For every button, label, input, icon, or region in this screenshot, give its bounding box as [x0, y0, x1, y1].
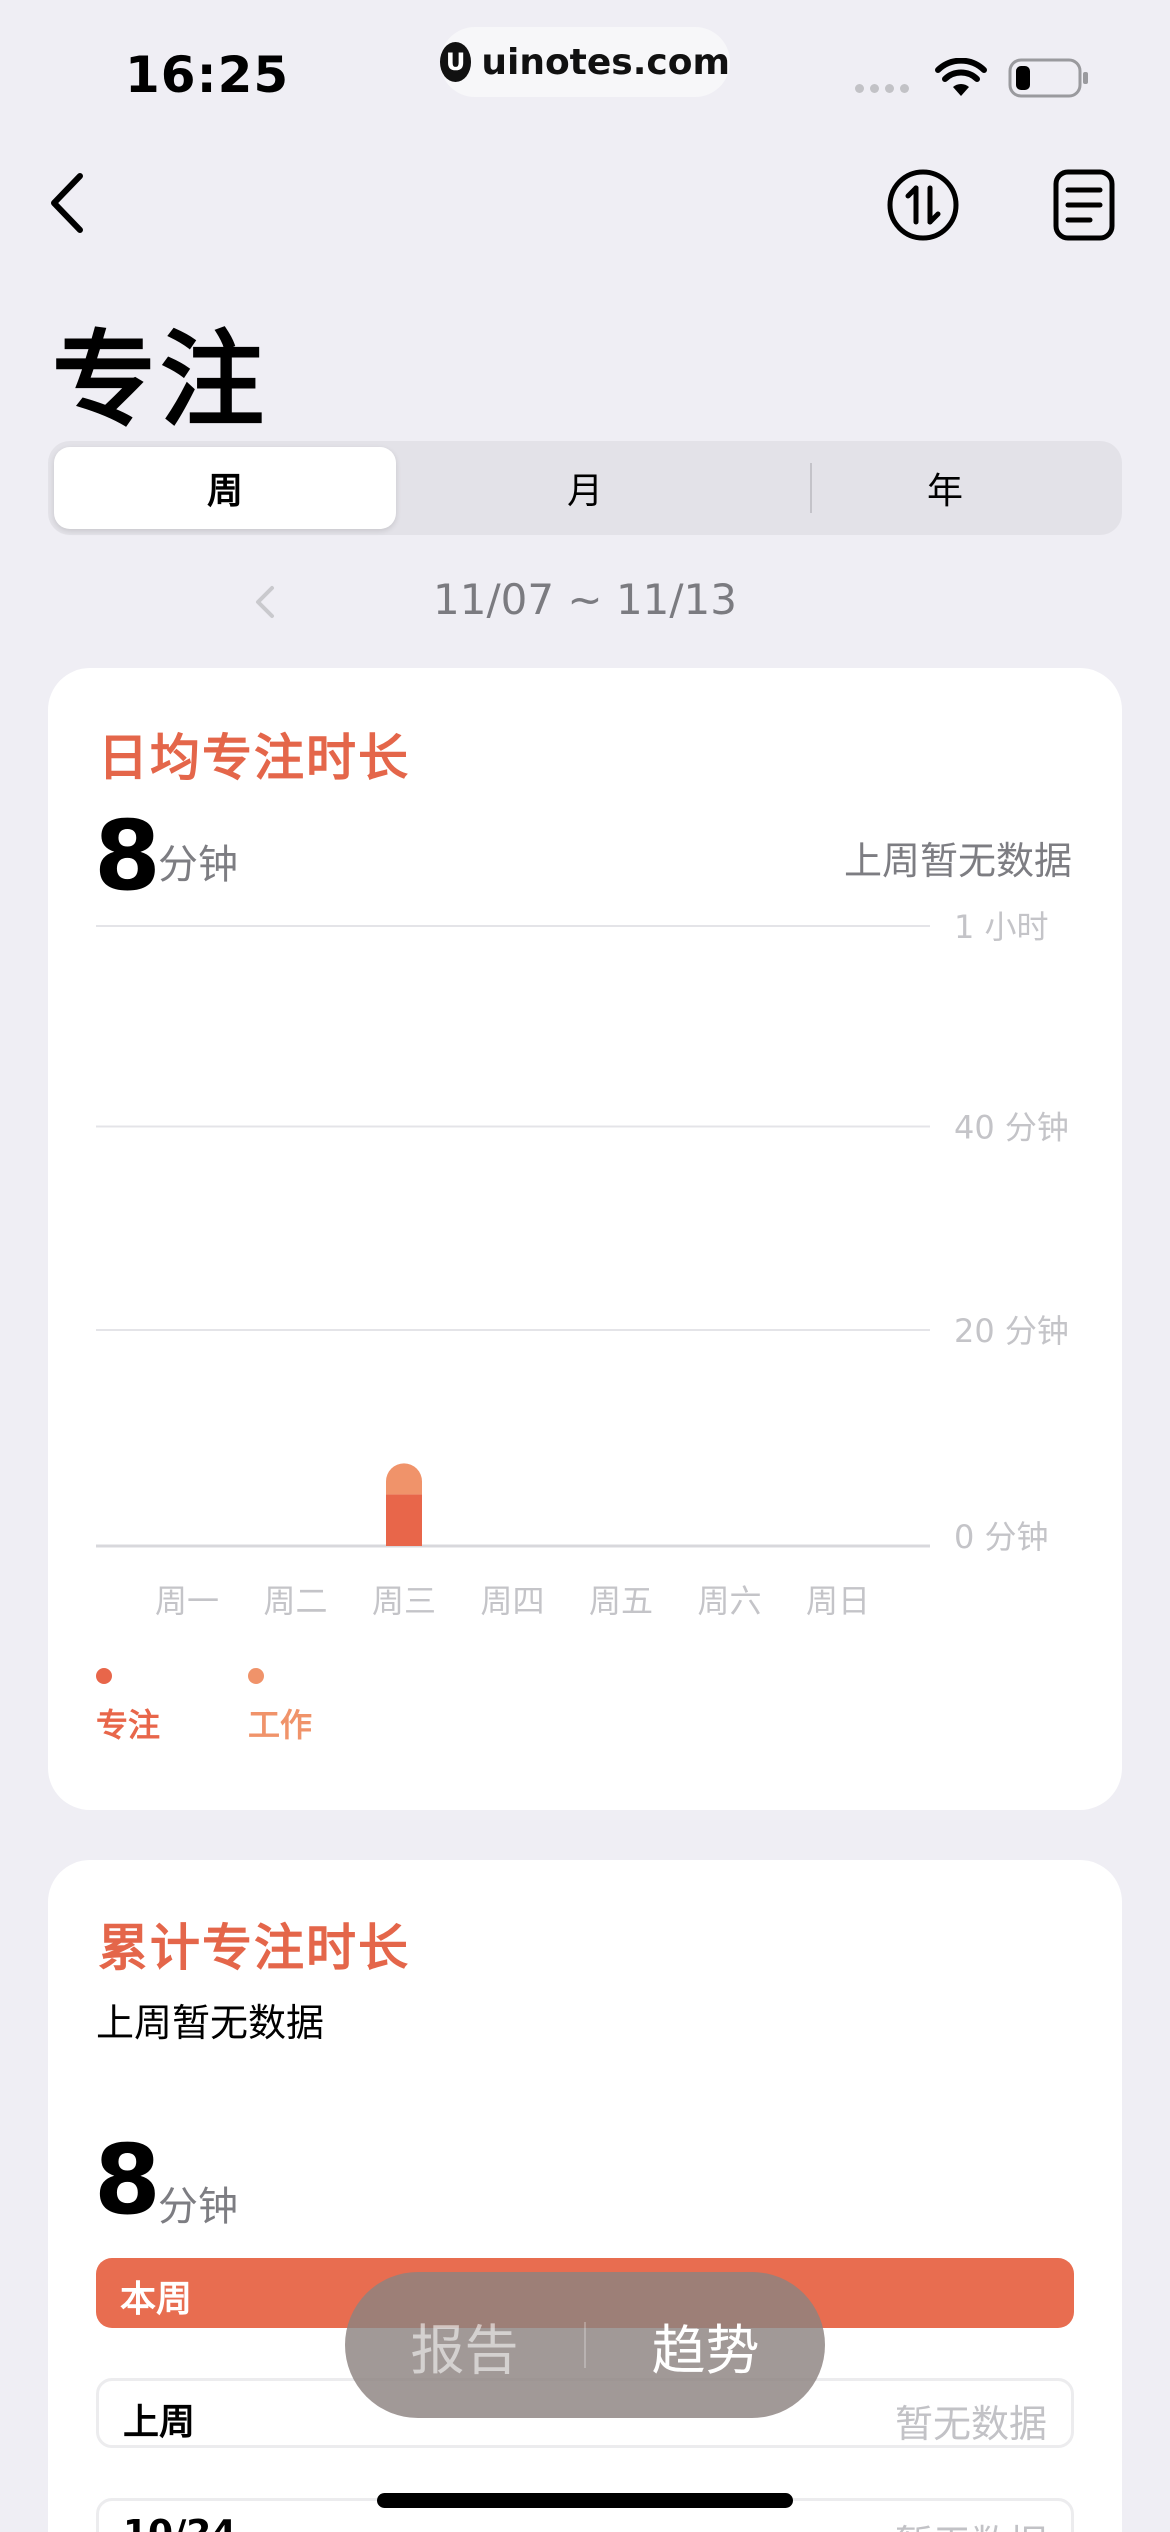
- chart-y-tick-label: 1 小时: [954, 908, 1049, 946]
- document-list-icon[interactable]: [1052, 168, 1116, 242]
- chart-x-tick-label: 周一: [155, 1582, 219, 1620]
- segment-month[interactable]: 月: [414, 447, 756, 529]
- chart-x-tick-label: 周五: [589, 1582, 653, 1620]
- url-pill[interactable]: U uinotes.com: [440, 27, 730, 97]
- floating-tab-switcher: 报告 趋势: [345, 2272, 825, 2418]
- cellular-signal-icon: [855, 84, 909, 93]
- chart-x-tick-label: 周三: [372, 1582, 436, 1620]
- chart-bar-focus[interactable]: [386, 1494, 422, 1546]
- back-chevron-icon[interactable]: [40, 168, 100, 238]
- total-duration-card: 累计专注时长 上周暂无数据 8 分钟 本周 上周 暂无数据 10/24 暂无数据: [48, 1860, 1122, 2532]
- row-label-this-week: 本周: [120, 2279, 193, 2320]
- chart-x-tick-label: 周六: [697, 1582, 761, 1620]
- status-time: 16:25: [125, 46, 290, 104]
- row-value-1024: 暂无数据: [895, 2513, 1047, 2532]
- chart-bar-work[interactable]: [386, 1463, 422, 1495]
- site-logo-icon: U: [440, 42, 472, 82]
- daily-focus-chart: 0 分钟 20 分钟 40 分钟 1 小时周一 周二 周三 周四 周五 周六 周日: [96, 908, 1069, 1620]
- focus-stats-screen: 16:25 U uinotes.com 专注 周 月 年 11/07 ~ 11/…: [0, 0, 1170, 2532]
- battery-icon: [1008, 58, 1088, 98]
- chart-y-tick-label: 20 分钟: [954, 1312, 1069, 1350]
- total-card-title: 累计专注时长: [98, 1919, 410, 1977]
- chart-x-tick-label: 周四: [480, 1582, 544, 1620]
- sort-arrows-icon[interactable]: [886, 168, 960, 242]
- row-value-last-week: 暂无数据: [894, 2402, 1047, 2446]
- period-segmented-control: 周 月 年: [48, 441, 1122, 535]
- legend-dot-focus: [96, 1668, 112, 1684]
- total-comparison: 上周暂无数据: [96, 2001, 325, 2045]
- legend-label-work: 工作: [248, 1706, 313, 1744]
- chart-y-tick-label: 0 分钟: [954, 1518, 1049, 1556]
- home-indicator[interactable]: [377, 2493, 793, 2508]
- legend-dot-work: [248, 1668, 264, 1684]
- date-range: 11/07 ~ 11/13: [433, 575, 737, 624]
- daily-average-card: 日均专注时长 8 分钟 上周暂无数据 0 分钟 20 分钟 40 分钟 1 小时 周一周…: [48, 668, 1122, 1810]
- page-title: 专注: [52, 319, 269, 441]
- segment-year[interactable]: 年: [774, 447, 1116, 529]
- row-label-last-week: 上周: [123, 2402, 196, 2443]
- chart-x-tick-label: 周二: [263, 1582, 327, 1620]
- legend-label-focus: 专注: [96, 1706, 161, 1744]
- wifi-icon: [935, 58, 987, 96]
- total-value: 8: [94, 2124, 161, 2236]
- total-unit: 分钟: [158, 2184, 238, 2230]
- url-text: uinotes.com: [481, 41, 730, 83]
- row-label-1024: 10/24: [123, 2513, 236, 2532]
- chart-y-tick-label: 40 分钟: [954, 1108, 1069, 1146]
- trend-tab-button[interactable]: 趋势: [586, 2306, 825, 2385]
- report-tab-button[interactable]: 报告: [345, 2306, 584, 2385]
- chart-x-tick-label: 周日: [806, 1582, 870, 1620]
- segment-week[interactable]: 周: [54, 447, 396, 529]
